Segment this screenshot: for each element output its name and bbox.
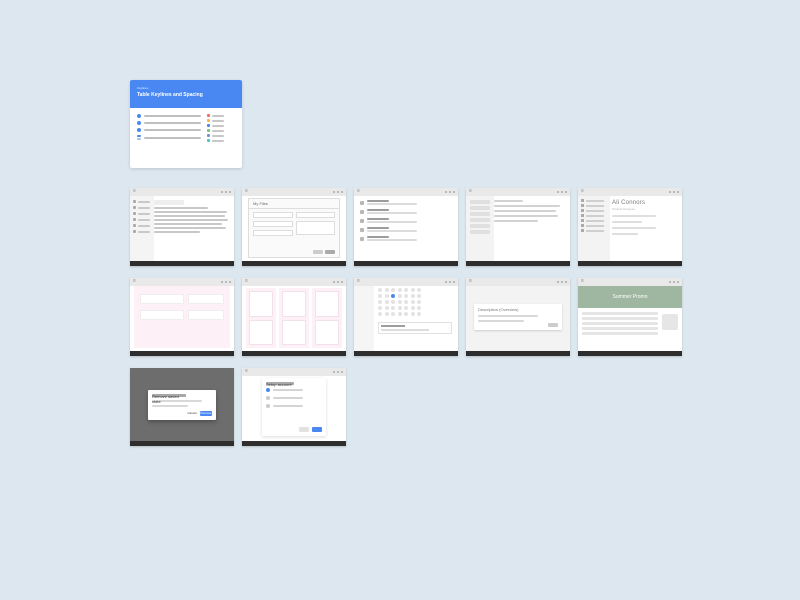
back-button[interactable] <box>299 427 309 432</box>
spec-hero-card: Keylines Table Keylines and Spacing <box>130 80 242 168</box>
hero-header: Keylines Table Keylines and Spacing <box>130 80 242 108</box>
board-card[interactable] <box>315 320 339 346</box>
mock-contact-profile[interactable]: Ali Connors Product Designer <box>578 188 682 266</box>
dialog-title: Remove saved state <box>152 394 186 397</box>
item-icon <box>360 201 364 205</box>
mock-confirm-dialog[interactable]: Remove saved state Cancel Remove <box>130 368 234 446</box>
board-card[interactable] <box>282 291 306 317</box>
tab-active[interactable] <box>154 200 184 205</box>
dialog: Remove saved state Cancel Remove <box>148 390 216 420</box>
selected-day[interactable] <box>391 294 395 298</box>
cancel-button[interactable] <box>313 250 323 254</box>
board-card[interactable] <box>315 291 339 317</box>
item-icon <box>360 219 364 223</box>
mock-spacing-guide[interactable] <box>130 278 234 356</box>
stepper-dialog: Setup account <box>262 378 326 436</box>
panel-title: My Files <box>249 199 339 209</box>
list-item[interactable] <box>360 209 454 214</box>
contact-role: Product Designer <box>612 207 679 211</box>
contact-name: Ali Connors <box>612 200 679 206</box>
submit-button[interactable] <box>325 250 335 254</box>
guide-card <box>188 310 224 320</box>
step-item[interactable] <box>266 388 322 392</box>
cancel-button[interactable]: Cancel <box>187 411 197 416</box>
mock-file-manager[interactable]: My Files <box>242 188 346 266</box>
confirm-button[interactable]: Remove <box>200 411 212 416</box>
list-item[interactable] <box>360 218 454 223</box>
list-item[interactable] <box>360 200 454 205</box>
form-field[interactable] <box>253 221 293 227</box>
hero-title: Table Keylines and Spacing <box>137 92 235 98</box>
promo-title: Summer Promo <box>612 294 647 300</box>
promo-table <box>582 312 658 335</box>
document-body <box>154 207 231 233</box>
mock-calendar[interactable] <box>354 278 458 356</box>
guide-card <box>188 294 224 304</box>
list-item[interactable] <box>360 236 454 241</box>
board-card[interactable] <box>249 320 273 346</box>
promo-cta-card[interactable] <box>662 314 678 330</box>
hero-subtitle: Keylines <box>137 86 235 90</box>
guide-card <box>140 294 184 304</box>
contact-list[interactable] <box>578 196 610 261</box>
item-icon <box>360 210 364 214</box>
stepper-title: Setup account <box>266 382 294 385</box>
mock-document-view[interactable] <box>130 188 234 266</box>
overlay-action-button[interactable] <box>548 323 558 327</box>
form-field[interactable] <box>296 212 336 218</box>
month-grid[interactable] <box>378 288 422 316</box>
next-button[interactable] <box>312 427 322 432</box>
board-card[interactable] <box>249 291 273 317</box>
list-item[interactable] <box>360 227 454 232</box>
overlay-title: Description (Overview) <box>478 307 558 312</box>
mock-settings-list[interactable] <box>354 188 458 266</box>
sidebar <box>130 196 154 261</box>
promo-header: Summer Promo <box>578 286 682 308</box>
item-icon <box>360 237 364 241</box>
hero-swatch-legend <box>207 114 235 144</box>
board-card[interactable] <box>282 320 306 346</box>
mock-promo-page[interactable]: Summer Promo <box>578 278 682 356</box>
mock-detail-split[interactable] <box>466 188 570 266</box>
step-item[interactable] <box>266 404 322 408</box>
guide-card <box>140 310 184 320</box>
event-card[interactable] <box>378 322 452 334</box>
form-field[interactable] <box>253 230 293 236</box>
detail-list-pane[interactable] <box>466 196 494 261</box>
detail-content-pane <box>494 200 567 225</box>
overlay-card[interactable]: Description (Overview) <box>474 304 562 330</box>
item-icon <box>360 228 364 232</box>
mock-grid-board[interactable] <box>242 278 346 356</box>
mock-stepper-dialog[interactable]: Setup account <box>242 368 346 446</box>
step-item[interactable] <box>266 396 322 400</box>
hero-keyline-diagram <box>137 114 201 144</box>
mock-description-overlay[interactable]: Description (Overview) <box>466 278 570 356</box>
form-field[interactable] <box>253 212 293 218</box>
form-field[interactable] <box>296 221 336 235</box>
